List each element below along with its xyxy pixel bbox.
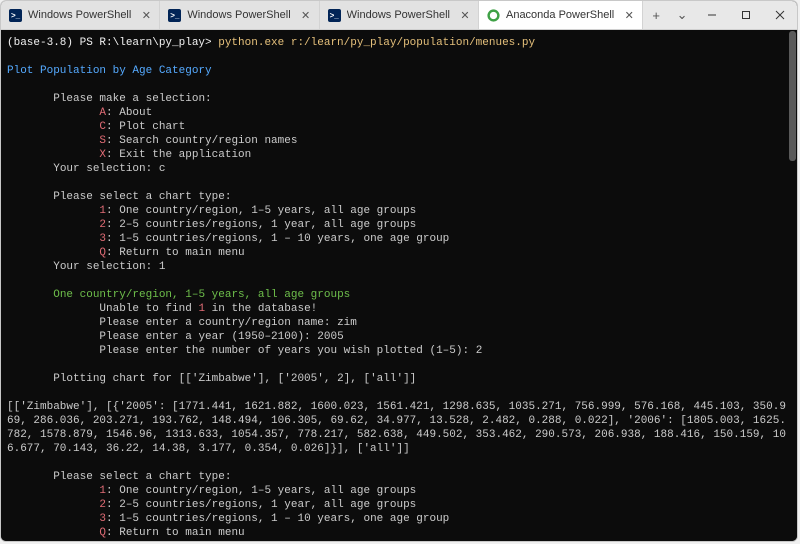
- minimize-button[interactable]: [695, 1, 729, 29]
- selection-value: c: [159, 163, 166, 175]
- close-window-button[interactable]: [763, 1, 797, 29]
- tab-label: Anaconda PowerShell: [506, 9, 614, 21]
- selection-prompt: Your selection:: [53, 261, 159, 273]
- menu-label: : One country/region, 1–5 years, all age…: [106, 205, 416, 217]
- menu-label: : 1–5 countries/regions, 1 – 10 years, o…: [106, 513, 449, 525]
- menu-label: : 2–5 countries/regions, 1 year, all age…: [106, 219, 416, 231]
- menu-label: : Exit the application: [106, 149, 251, 161]
- tab-label: Windows PowerShell: [28, 9, 131, 21]
- menu-label: : 2–5 countries/regions, 1 year, all age…: [106, 499, 416, 511]
- powershell-icon: >_: [328, 9, 341, 22]
- window-buttons: [695, 1, 797, 29]
- powershell-icon: >_: [168, 9, 181, 22]
- input-value: zim: [337, 317, 357, 329]
- tab-dropdown-button[interactable]: ⌄: [669, 1, 695, 29]
- data-dump: [['Zimbabwe'], [{'2005': [1771.441, 1621…: [7, 401, 786, 455]
- close-icon[interactable]: ✕: [623, 9, 635, 22]
- new-tab-button[interactable]: +: [643, 1, 669, 29]
- menu-label: : 1–5 countries/regions, 1 – 10 years, o…: [106, 233, 449, 245]
- command: python.exe r:/learn/py_play/population/m…: [218, 37, 535, 49]
- status-line: Plotting chart for [['Zimbabwe'], ['2005…: [53, 373, 416, 385]
- tab-anaconda[interactable]: Anaconda PowerShell ✕: [479, 1, 643, 29]
- maximize-button[interactable]: [729, 1, 763, 29]
- menu-label: : Search country/region names: [106, 135, 297, 147]
- tab-powershell-2[interactable]: >_ Windows PowerShell ✕: [160, 1, 319, 29]
- close-icon[interactable]: ✕: [140, 9, 152, 22]
- selection-prompt: Your selection:: [53, 163, 159, 175]
- input-value: 2: [476, 345, 483, 357]
- menu-label: : About: [106, 107, 152, 119]
- menu-label: : Plot chart: [106, 121, 185, 133]
- powershell-icon: >_: [9, 9, 22, 22]
- anaconda-icon: [487, 9, 500, 22]
- input-value: 2005: [317, 331, 343, 343]
- close-icon[interactable]: ✕: [300, 9, 312, 22]
- input-prompt: Please enter a country/region name:: [99, 317, 337, 329]
- tab-strip: >_ Windows PowerShell ✕ >_ Windows Power…: [1, 1, 643, 29]
- tab-label: Windows PowerShell: [347, 9, 450, 21]
- menu-label: : Return to main menu: [106, 247, 245, 259]
- selected-heading: One country/region, 1–5 years, all age g…: [53, 289, 350, 301]
- error-suffix: in the database!: [205, 303, 317, 315]
- input-prompt: Please enter a year (1950–2100):: [99, 331, 317, 343]
- error-prefix: Unable to find: [99, 303, 198, 315]
- menu-intro: Please make a selection:: [53, 93, 211, 105]
- tab-label: Windows PowerShell: [187, 9, 290, 21]
- program-title: Plot Population by Age Category: [7, 65, 212, 77]
- scrollbar-thumb[interactable]: [789, 31, 796, 161]
- input-prompt: Please enter the number of years you wis…: [99, 345, 475, 357]
- chart-intro: Please select a chart type:: [53, 471, 231, 483]
- menu-label: : Return to main menu: [106, 527, 245, 539]
- prompt: (base-3.8) PS R:\learn\py_play>: [7, 37, 218, 49]
- menu-label: : One country/region, 1–5 years, all age…: [106, 485, 416, 497]
- app-window: >_ Windows PowerShell ✕ >_ Windows Power…: [0, 0, 798, 542]
- chart-intro: Please select a chart type:: [53, 191, 231, 203]
- tab-powershell-1[interactable]: >_ Windows PowerShell ✕: [1, 1, 160, 29]
- titlebar: >_ Windows PowerShell ✕ >_ Windows Power…: [1, 1, 797, 30]
- tab-powershell-3[interactable]: >_ Windows PowerShell ✕: [320, 1, 479, 29]
- close-icon[interactable]: ✕: [459, 9, 471, 22]
- terminal-output[interactable]: (base-3.8) PS R:\learn\py_play> python.e…: [1, 30, 797, 541]
- selection-value: 1: [159, 261, 166, 273]
